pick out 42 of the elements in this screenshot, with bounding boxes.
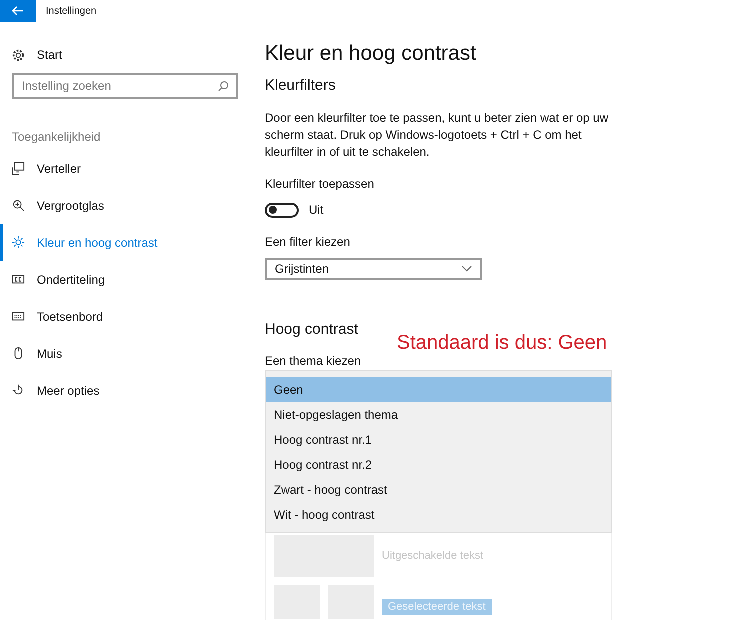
magnifier-icon: [12, 199, 25, 212]
dropdown-option[interactable]: Hoog contrast nr.1: [266, 427, 611, 452]
mouse-icon: [12, 347, 25, 360]
dial-icon: [12, 384, 25, 397]
nav-item[interactable]: Kleur en hoog contrast: [0, 224, 250, 261]
description: Door een kleurfilter toe te passen, kunt u beter zien wat er op uw scherm staat. Druk op Windows-logotoets + Ctrl + C om het kleurfilter in of uit te schakelen.: [265, 110, 610, 161]
nav-item[interactable]: Meer opties: [0, 372, 250, 409]
selected-text-sample: Geselecteerde tekst: [382, 598, 492, 616]
nav-item[interactable]: Muis: [0, 335, 250, 372]
home-link[interactable]: Start: [37, 46, 62, 64]
toggle-label: Kleurfilter toepassen: [265, 176, 376, 193]
window-title: Instellingen: [46, 4, 97, 18]
dropdown-option[interactable]: Zwart - hoog contrast: [266, 477, 611, 502]
section-label: Toegankelijkheid: [11, 129, 102, 146]
page-title: Kleur en hoog contrast: [265, 41, 478, 67]
section-heading: Hoog contrast: [265, 320, 358, 340]
back-arrow-icon: [12, 6, 24, 16]
keyboard-icon: [12, 310, 25, 323]
toggle-switch[interactable]: [265, 202, 299, 218]
toggle-state: Uit: [309, 202, 324, 219]
dropdown-label: Een filter kiezen: [265, 234, 352, 251]
back-button[interactable]: [0, 0, 36, 22]
dropdown-option[interactable]: Hoog contrast nr.2: [266, 452, 611, 477]
disabled-text-sample: Uitgeschakelde tekst: [382, 548, 484, 564]
annotation: Standaard is dus: Geen: [397, 331, 608, 356]
filter-dropdown[interactable]: Grijstinten: [265, 258, 482, 280]
monitor-speaker-icon: [12, 162, 25, 175]
nav-item[interactable]: Ondertiteling: [0, 261, 250, 298]
chevron-down-icon: [462, 266, 472, 272]
dropdown-option[interactable]: Wit - hoog contrast: [266, 502, 611, 527]
search-icon: [218, 81, 229, 92]
nav-item[interactable]: Verteller: [0, 150, 250, 187]
sun-icon: [12, 236, 25, 249]
nav-item[interactable]: Vergrootglas: [0, 187, 250, 224]
section-heading: Kleurfilters: [265, 76, 337, 96]
gear-icon: [12, 48, 25, 62]
dropdown-option[interactable]: Niet-opgeslagen thema: [266, 402, 611, 427]
nav-item[interactable]: Toetsenbord: [0, 298, 250, 335]
captions-icon: [12, 273, 25, 286]
dropdown-label: Een thema kiezen: [265, 354, 362, 368]
search-field[interactable]: Instelling zoeken: [12, 73, 238, 99]
dropdown-option[interactable]: Geen: [266, 377, 611, 402]
